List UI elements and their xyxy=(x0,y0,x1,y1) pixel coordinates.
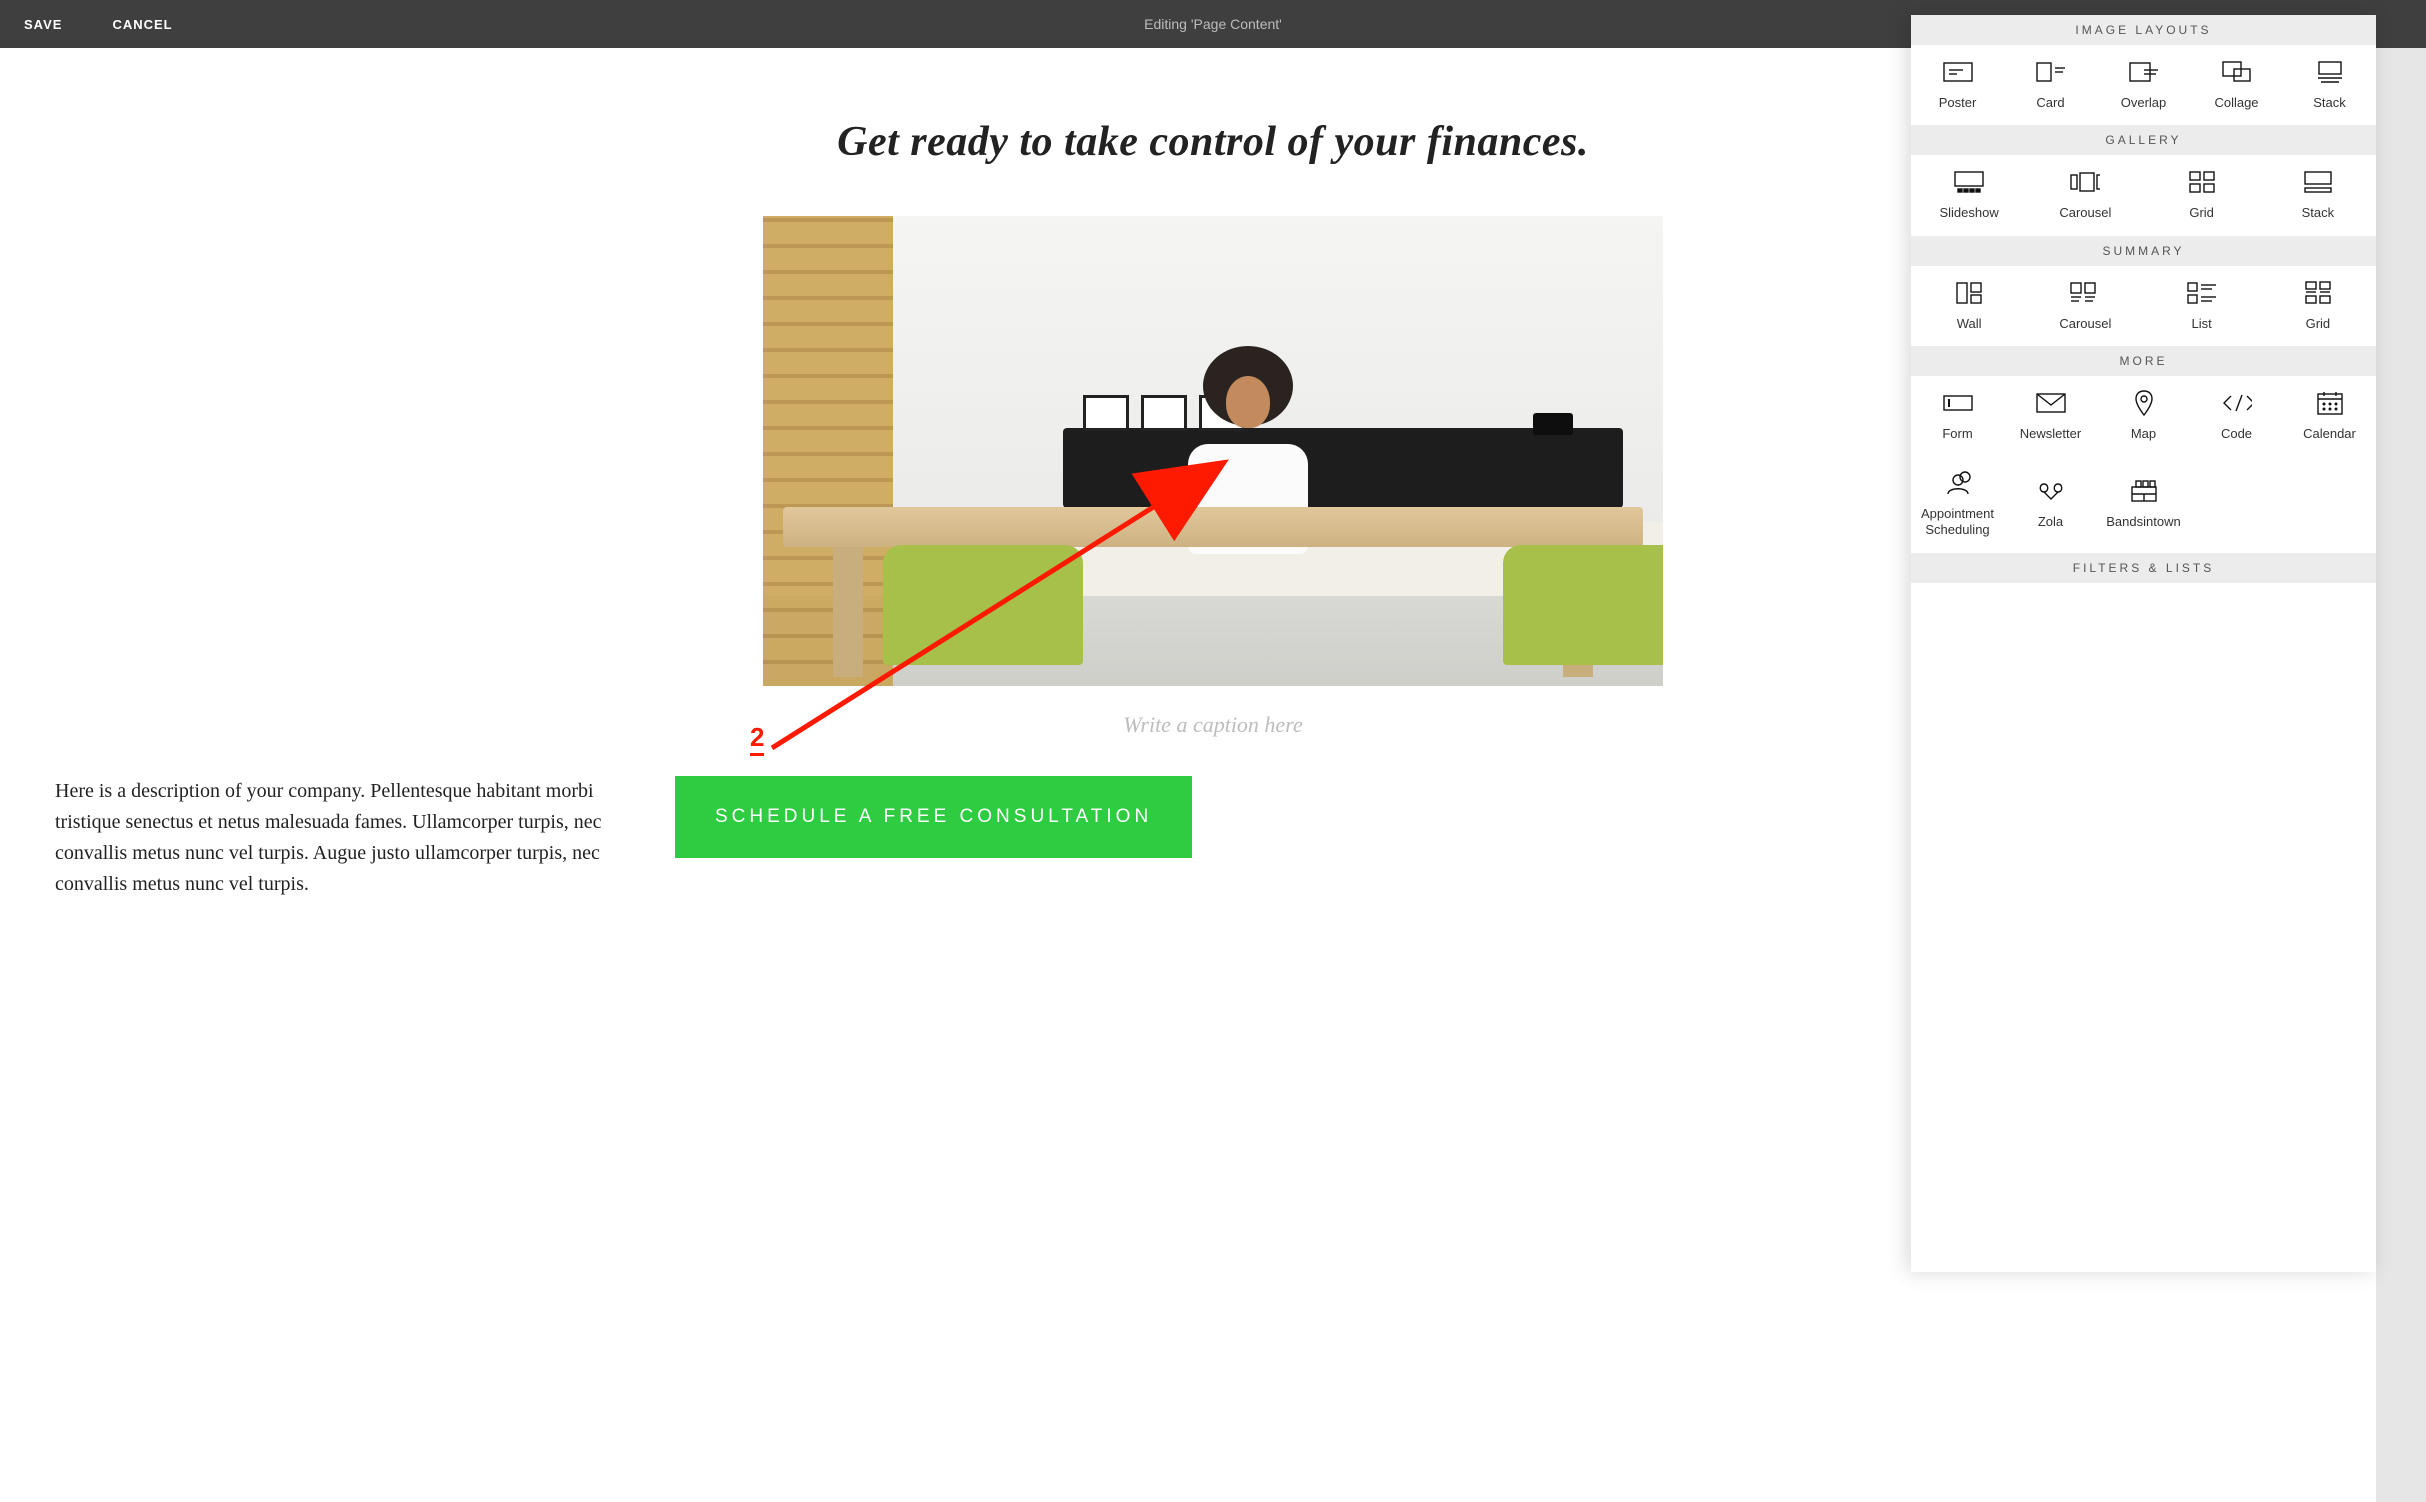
block-collage[interactable]: Collage xyxy=(2190,45,2283,125)
block-newsletter[interactable]: Newsletter xyxy=(2004,376,2097,456)
calendar-icon xyxy=(2315,392,2345,414)
form-icon xyxy=(1943,392,1973,414)
newsletter-icon xyxy=(2036,392,2066,414)
cancel-button[interactable]: CANCEL xyxy=(112,17,172,32)
block-summary-carousel[interactable]: Carousel xyxy=(2027,266,2143,346)
grid-icon xyxy=(2187,171,2217,193)
stack-icon xyxy=(2315,61,2345,83)
block-overlap[interactable]: Overlap xyxy=(2097,45,2190,125)
summary-grid-icon xyxy=(2303,282,2333,304)
wall-icon xyxy=(1954,282,1984,304)
appointment-icon xyxy=(1943,472,1973,494)
zola-icon xyxy=(2036,480,2066,502)
poster-icon xyxy=(1943,61,1973,83)
cta-button[interactable]: SCHEDULE A FREE CONSULTATION xyxy=(675,776,1192,858)
section-summary: SUMMARY xyxy=(1911,236,2376,266)
block-calendar[interactable]: Calendar xyxy=(2283,376,2376,456)
block-stack[interactable]: Stack xyxy=(2283,45,2376,125)
block-zola[interactable]: Zola xyxy=(2004,456,2097,553)
code-icon xyxy=(2222,392,2252,414)
block-form[interactable]: Form xyxy=(1911,376,2004,456)
gallery-stack-icon xyxy=(2303,171,2333,193)
block-wall[interactable]: Wall xyxy=(1911,266,2027,346)
list-icon xyxy=(2187,282,2217,304)
map-icon xyxy=(2129,392,2159,414)
block-picker-panel: IMAGE LAYOUTS Poster Card Overlap Collag… xyxy=(1911,15,2376,1272)
section-filters-lists: FILTERS & LISTS xyxy=(1911,553,2376,583)
slideshow-icon xyxy=(1954,171,1984,193)
block-appointment-scheduling[interactable]: Appointment Scheduling xyxy=(1911,456,2004,553)
editing-status: Editing 'Page Content' xyxy=(1144,16,1282,32)
bandsintown-icon xyxy=(2129,480,2159,502)
block-list[interactable]: List xyxy=(2144,266,2260,346)
company-description[interactable]: Here is a description of your company. P… xyxy=(55,776,635,900)
block-gallery-stack[interactable]: Stack xyxy=(2260,155,2376,235)
summary-carousel-icon xyxy=(2070,282,2100,304)
overlap-icon xyxy=(2129,61,2159,83)
card-icon xyxy=(2036,61,2066,83)
annotation-number: 2 xyxy=(750,722,764,756)
block-card[interactable]: Card xyxy=(2004,45,2097,125)
section-more: MORE xyxy=(1911,346,2376,376)
block-grid[interactable]: Grid xyxy=(2144,155,2260,235)
section-image-layouts: IMAGE LAYOUTS xyxy=(1911,15,2376,45)
block-bandsintown[interactable]: Bandsintown xyxy=(2097,456,2190,553)
block-summary-grid[interactable]: Grid xyxy=(2260,266,2376,346)
save-button[interactable]: SAVE xyxy=(24,17,62,32)
carousel-icon xyxy=(2070,171,2100,193)
block-code[interactable]: Code xyxy=(2190,376,2283,456)
hero-image[interactable] xyxy=(763,216,1663,686)
collage-icon xyxy=(2222,61,2252,83)
block-slideshow[interactable]: Slideshow xyxy=(1911,155,2027,235)
block-carousel[interactable]: Carousel xyxy=(2027,155,2143,235)
block-map[interactable]: Map xyxy=(2097,376,2190,456)
right-scroll-gutter xyxy=(2376,0,2426,1502)
block-poster[interactable]: Poster xyxy=(1911,45,2004,125)
section-gallery: GALLERY xyxy=(1911,125,2376,155)
